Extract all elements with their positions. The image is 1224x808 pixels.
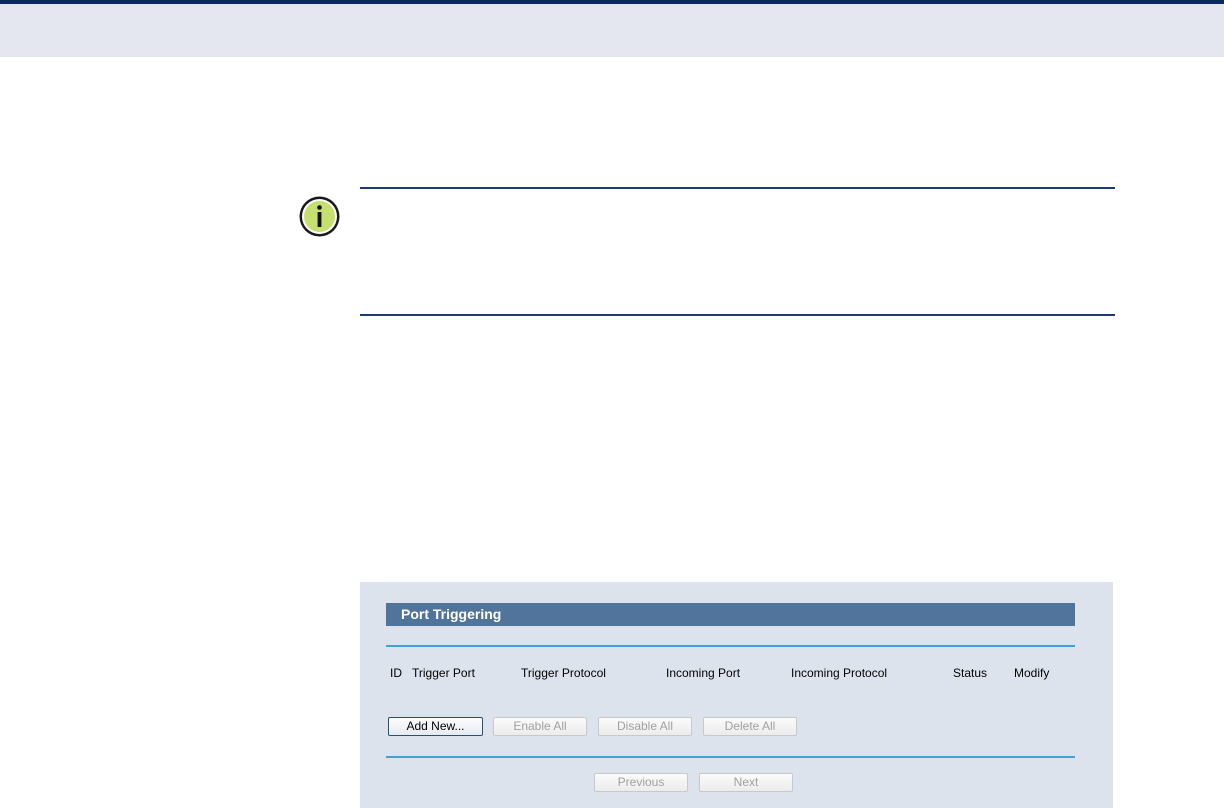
panel-divider-top <box>386 645 1075 647</box>
header-band <box>0 4 1224 57</box>
info-icon <box>299 196 340 237</box>
document-page: Port Triggering ID Trigger Port Trigger … <box>0 0 1224 808</box>
note-top-rule <box>360 187 1115 189</box>
column-header-trigger-protocol: Trigger Protocol <box>521 666 606 680</box>
note-bottom-rule <box>360 314 1115 316</box>
column-header-modify: Modify <box>1014 666 1050 680</box>
disable-all-button[interactable]: Disable All <box>598 717 692 736</box>
panel-title-bar: Port Triggering <box>386 603 1075 626</box>
column-header-incoming-protocol: Incoming Protocol <box>791 666 888 680</box>
column-header-id: ID <box>390 666 402 680</box>
enable-all-button[interactable]: Enable All <box>493 717 587 736</box>
panel-title: Port Triggering <box>401 606 502 622</box>
delete-all-button[interactable]: Delete All <box>703 717 797 736</box>
panel-divider-bottom <box>386 756 1075 758</box>
column-header-status: Status <box>953 666 988 680</box>
port-triggering-panel: Port Triggering ID Trigger Port Trigger … <box>360 582 1113 808</box>
column-header-trigger-port: Trigger Port <box>412 666 475 680</box>
next-button[interactable]: Next <box>699 773 793 792</box>
add-new-button[interactable]: Add New... <box>388 717 483 736</box>
column-header-incoming-port: Incoming Port <box>666 666 741 680</box>
previous-button[interactable]: Previous <box>594 773 688 792</box>
